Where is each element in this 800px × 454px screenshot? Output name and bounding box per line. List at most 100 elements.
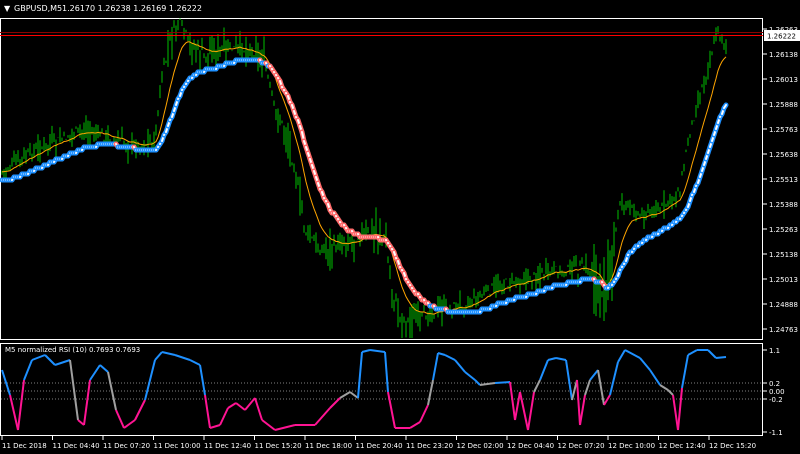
rsi-segment xyxy=(617,349,626,363)
price-tick-label: 1.26013 xyxy=(769,76,798,84)
rsi-segment xyxy=(123,419,136,429)
price-tick-label: 1.24888 xyxy=(769,301,798,309)
time-tick-label: 11 Dec 07:20 xyxy=(103,442,150,450)
time-tick-label: 12 Dec 02:00 xyxy=(457,442,504,450)
time-tick-label: 12 Dec 12:40 xyxy=(659,442,706,450)
rsi-segment xyxy=(314,407,331,426)
rsi-segment xyxy=(1,369,11,396)
rsi-segment xyxy=(514,391,521,421)
rsi-segment xyxy=(384,351,389,393)
rsi-segment xyxy=(54,359,71,366)
rsi-segment xyxy=(687,349,698,356)
rsi-segment xyxy=(9,394,19,431)
rsi-segment xyxy=(539,359,549,381)
rsi-segment xyxy=(161,351,176,356)
rsi-segment xyxy=(174,354,191,361)
rsi-line-layer xyxy=(1,349,727,431)
time-tick-label: 11 Dec 18:00 xyxy=(305,442,352,450)
rsi-segment xyxy=(387,391,396,429)
rsi-segment xyxy=(244,397,256,411)
time-tick-label: 11 Dec 15:20 xyxy=(255,442,302,450)
rsi-segment xyxy=(204,394,211,429)
rsi-segment xyxy=(115,409,125,429)
rsi-segment xyxy=(454,359,466,373)
rsi-level-lines xyxy=(1,382,762,400)
current-price-badge: 1.26222 xyxy=(764,30,800,41)
rsi-segment xyxy=(494,381,511,384)
rsi-segment xyxy=(464,371,476,381)
rsi-segment xyxy=(609,361,619,396)
time-axis: 11 Dec 2018 11 Dec 04:40 11 Dec 07:20 11 De… xyxy=(1,436,756,450)
rsi-segment xyxy=(44,354,56,366)
rsi-segment xyxy=(659,384,669,391)
rsi-axis: 1.1 0.20.00-0.2 -1.1 xyxy=(763,347,785,437)
indicator-title: M5 normalized RSI (10) 0.7693 0.7693 xyxy=(5,346,140,354)
rsi-segment xyxy=(437,352,446,356)
time-tick-label: 11 Dec 2018 xyxy=(2,442,47,450)
time-tick-label: 11 Dec 23:20 xyxy=(406,442,453,450)
rsi-segment xyxy=(274,424,296,431)
rsi-tick-label: -0.2 xyxy=(769,396,783,404)
rsi-tick-label: -1.1 xyxy=(769,429,783,437)
price-tick-label: 1.25763 xyxy=(769,126,798,134)
rsi-segment xyxy=(361,349,371,353)
price-tick-label: 1.25263 xyxy=(769,226,798,234)
rsi-segment xyxy=(707,349,717,359)
rsi-segment xyxy=(479,382,496,386)
price-tick-label: 1.25013 xyxy=(769,276,798,284)
price-tick-label: 1.25638 xyxy=(769,151,798,159)
time-tick-label: 11 Dec 04:40 xyxy=(53,442,100,450)
price-tick-label: 1.26138 xyxy=(769,51,798,59)
rsi-segment xyxy=(189,359,201,366)
rsi-segment xyxy=(17,379,25,431)
rsi-segment xyxy=(419,404,429,423)
rsi-segment xyxy=(547,357,557,361)
time-tick-label: 12 Dec 15:20 xyxy=(709,442,756,450)
price-axis: 1.262631.261381.260131.258881.257631.256… xyxy=(763,26,798,334)
rsi-segment xyxy=(444,354,456,361)
rsi-segment xyxy=(533,379,541,393)
rsi-segment xyxy=(83,379,91,426)
rsi-segment xyxy=(715,356,727,359)
rsi-segment xyxy=(519,391,529,431)
price-tick-label: 1.25138 xyxy=(769,251,798,259)
rsi-segment xyxy=(261,419,276,431)
rsi-segment xyxy=(227,402,237,409)
price-tick-label: 1.24763 xyxy=(769,326,798,334)
collapse-toggle-icon[interactable]: ▼ xyxy=(4,4,11,13)
rsi-segment xyxy=(432,352,439,381)
rsi-segment xyxy=(209,424,221,429)
rsi-segment xyxy=(624,349,641,359)
rsi-segment xyxy=(597,369,605,406)
rsi-segment xyxy=(576,379,581,426)
rsi-segment xyxy=(89,364,101,381)
rsi-tick-label: 0.00 xyxy=(769,388,785,396)
rsi-segment xyxy=(427,379,434,406)
time-tick-label: 12 Dec 04:40 xyxy=(507,442,554,450)
candle-layer xyxy=(1,18,727,338)
symbol-label: GBPUSD,M5 xyxy=(14,4,62,13)
time-tick-label: 12 Dec 07:20 xyxy=(558,442,605,450)
ohlc-readout: 1.26170 1.26238 1.26169 1.26222 xyxy=(62,4,202,13)
rsi-segment xyxy=(369,349,386,353)
rsi-segment xyxy=(555,357,567,361)
rsi-segment xyxy=(235,402,246,411)
price-tick-label: 1.25388 xyxy=(769,201,798,209)
trading-chart: ▼ GBPUSD,M5 1.26170 1.26238 1.26169 1.26… xyxy=(0,4,800,450)
rsi-segment xyxy=(154,351,163,361)
current-price-value: 1.26222 xyxy=(767,33,796,41)
time-tick-label: 11 Dec 12:40 xyxy=(204,442,251,450)
rsi-segment xyxy=(677,387,683,431)
rsi-segment xyxy=(409,421,421,429)
indicator-plot-frame xyxy=(0,343,763,436)
rsi-segment xyxy=(254,397,263,421)
rsi-segment xyxy=(134,399,146,421)
rsi-segment xyxy=(219,407,229,426)
rsi-segment xyxy=(565,359,573,401)
main-plot-frame xyxy=(0,18,763,340)
rsi-segment xyxy=(99,364,109,373)
rsi-segment xyxy=(339,391,351,399)
time-tick-label: 12 Dec 10:00 xyxy=(608,442,655,450)
rsi-segment xyxy=(603,394,611,406)
rsi-segment xyxy=(349,391,359,399)
